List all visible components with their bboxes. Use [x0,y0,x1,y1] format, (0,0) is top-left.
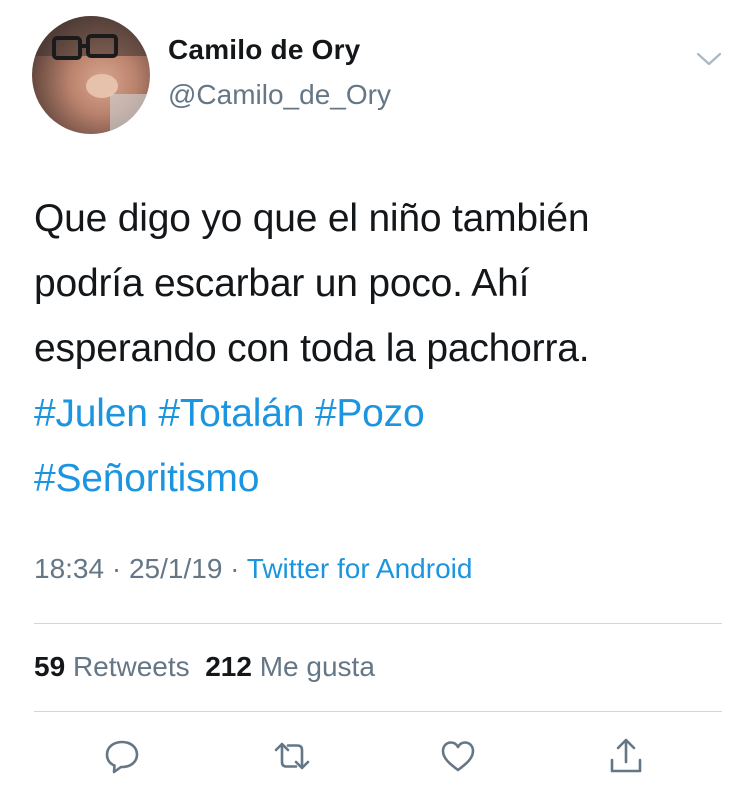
retweets-label: Retweets [72,651,190,682]
tweet-stats: 59 Retweets 212 Me gusta [34,651,375,683]
hashtag-totalan[interactable]: #Totalán [158,392,304,435]
retweet-icon[interactable] [270,734,314,778]
hashtag-julen[interactable]: #Julen [34,392,148,435]
likes-stat[interactable]: 212 Me gusta [205,651,375,682]
share-icon[interactable] [604,734,648,778]
tweet-actions [0,734,748,780]
hashtag-line: #Julen #Totalán #Pozo [34,381,724,446]
chevron-down-icon[interactable] [694,44,724,74]
profile-photo-icon [32,16,150,134]
reply-icon[interactable] [100,734,144,778]
hashtag-line: #Señoritismo [34,446,724,511]
tweet-date[interactable]: 25/1/19 [129,553,222,584]
tweet-source-link[interactable]: Twitter for Android [247,553,473,584]
likes-count: 212 [205,651,252,682]
heart-icon[interactable] [436,734,480,778]
meta-separator: · [222,553,247,584]
tweet-text-line: esperando con toda la pachorra. [34,327,590,370]
tweet-meta: 18:34 · 25/1/19 · Twitter for Android [34,553,472,585]
likes-label: Me gusta [259,651,375,682]
author-handle[interactable]: @Camilo_de_Ory [168,79,391,111]
tweet-header: Camilo de Ory @Camilo_de_Ory [0,0,748,150]
divider [34,623,722,624]
meta-separator: · [104,553,129,584]
author-name[interactable]: Camilo de Ory [168,34,360,66]
tweet-text: Que digo yo que el niño también podría e… [34,186,724,511]
tweet-text-line: Que digo yo que el niño también [34,197,590,240]
avatar[interactable] [32,16,150,134]
hashtag-pozo[interactable]: #Pozo [315,392,425,435]
retweets-stat[interactable]: 59 Retweets [34,651,190,682]
tweet-time[interactable]: 18:34 [34,553,104,584]
tweet-text-line: podría escarbar un poco. Ahí [34,262,530,305]
retweets-count: 59 [34,651,66,682]
hashtag-senoritismo[interactable]: #Señoritismo [34,457,259,500]
divider [34,711,722,712]
